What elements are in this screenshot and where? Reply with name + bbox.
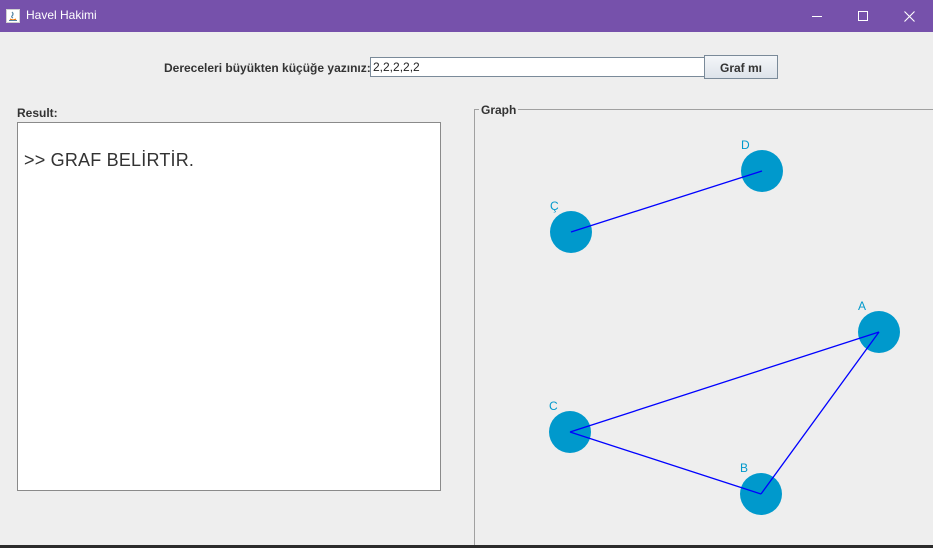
graph-node-label-d: D bbox=[741, 138, 750, 152]
graph-node-label-c: C bbox=[549, 399, 558, 413]
graph-node-label-b: B bbox=[740, 461, 748, 475]
graph-edge-a-b bbox=[760, 331, 880, 495]
app-window: Havel Hakimi Dereceleri büyükten küçüğe … bbox=[0, 0, 933, 545]
graph-edge-b-c bbox=[569, 431, 762, 495]
graph-node-label-a: A bbox=[858, 299, 866, 313]
graph-node-label-c-cedilla: Ç bbox=[550, 199, 559, 213]
graph-edge-c-a bbox=[569, 331, 880, 433]
graph-canvas: A B C Ç D bbox=[549, 138, 900, 515]
graph-edge-c-cedilla-d bbox=[570, 170, 763, 233]
